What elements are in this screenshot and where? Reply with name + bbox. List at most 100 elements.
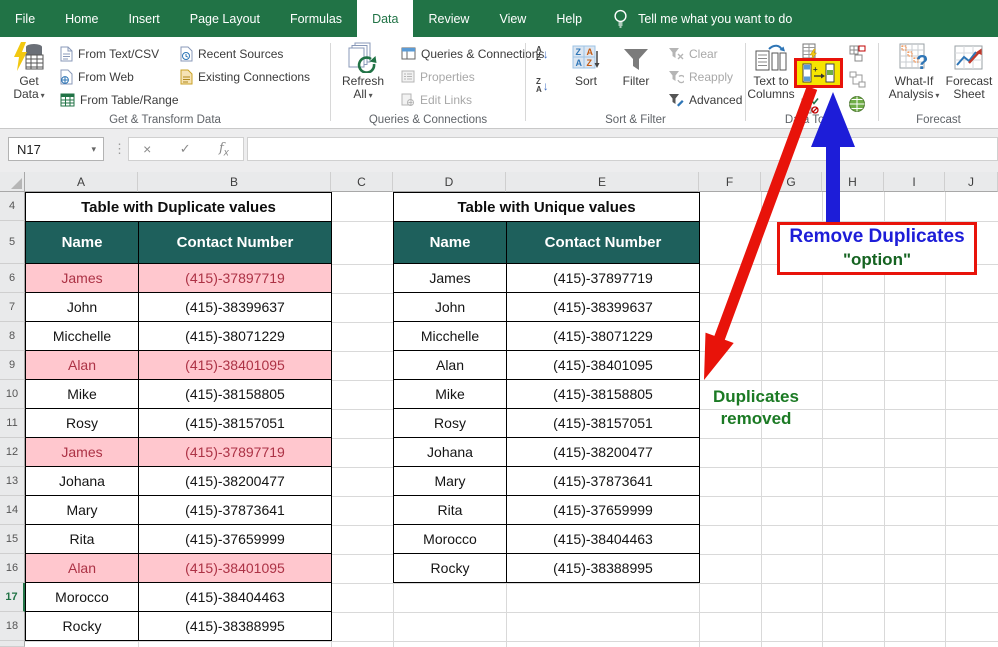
- consolidate-button[interactable]: [848, 44, 866, 62]
- table-row[interactable]: Johana (415)-38200477: [26, 467, 332, 496]
- cell-contact-number[interactable]: (415)-37873641: [139, 496, 332, 525]
- table-row[interactable]: Alan (415)-38401095: [26, 554, 332, 583]
- table-row[interactable]: Mike (415)-38158805: [26, 380, 332, 409]
- cell-name[interactable]: Alan: [26, 351, 139, 380]
- cell-name[interactable]: James: [394, 264, 507, 293]
- cell-name[interactable]: Alan: [394, 351, 507, 380]
- cell-name[interactable]: Johana: [394, 438, 507, 467]
- cell-name[interactable]: Rosy: [394, 409, 507, 438]
- cell-contact-number[interactable]: (415)-38399637: [139, 293, 332, 322]
- table-row[interactable]: Johana (415)-38200477: [394, 438, 700, 467]
- column-header-A[interactable]: A: [25, 172, 138, 192]
- table-row[interactable]: Rosy (415)-38157051: [394, 409, 700, 438]
- cell-contact-number[interactable]: (415)-38388995: [139, 612, 332, 641]
- queries-connections-button[interactable]: Queries & Connections: [401, 43, 544, 64]
- tab-help[interactable]: Help: [541, 0, 597, 37]
- cell-contact-number[interactable]: (415)-38157051: [139, 409, 332, 438]
- tab-formulas[interactable]: Formulas: [275, 0, 357, 37]
- row-header-8[interactable]: 8: [0, 322, 25, 351]
- row-header-11[interactable]: 11: [0, 409, 25, 438]
- row-header-14[interactable]: 14: [0, 496, 25, 525]
- table-row[interactable]: Morocco (415)-38404463: [26, 583, 332, 612]
- cell-name[interactable]: Rita: [394, 496, 507, 525]
- formula-input[interactable]: [247, 137, 998, 161]
- insert-function-icon[interactable]: fx: [219, 140, 229, 159]
- table-row[interactable]: Alan (415)-38401095: [26, 351, 332, 380]
- cell-contact-number[interactable]: (415)-38071229: [507, 322, 700, 351]
- table-row[interactable]: Morocco (415)-38404463: [394, 525, 700, 554]
- cell-name[interactable]: Morocco: [394, 525, 507, 554]
- recent-sources-button[interactable]: Recent Sources: [180, 43, 283, 64]
- row-header-15[interactable]: 15: [0, 525, 25, 554]
- cell-name[interactable]: James: [26, 264, 139, 293]
- tab-review[interactable]: Review: [413, 0, 484, 37]
- cell-name[interactable]: Alan: [26, 554, 139, 583]
- refresh-all-button[interactable]: Refresh All▾: [337, 41, 389, 102]
- select-all-corner[interactable]: [0, 172, 25, 192]
- cell-contact-number[interactable]: (415)-38401095: [139, 554, 332, 583]
- what-if-analysis-button[interactable]: ? What-If Analysis▾: [885, 41, 943, 102]
- table-row[interactable]: Rita (415)-37659999: [394, 496, 700, 525]
- table-row[interactable]: Mary (415)-37873641: [394, 467, 700, 496]
- cell-contact-number[interactable]: (415)-37897719: [139, 438, 332, 467]
- column-header-C[interactable]: C: [331, 172, 393, 192]
- cell-contact-number[interactable]: (415)-37873641: [507, 467, 700, 496]
- table-row[interactable]: John (415)-38399637: [26, 293, 332, 322]
- cell-name[interactable]: John: [394, 293, 507, 322]
- table-row[interactable]: Micchelle (415)-38071229: [394, 322, 700, 351]
- relationships-button[interactable]: [848, 70, 866, 88]
- cell-name[interactable]: Rosy: [26, 409, 139, 438]
- from-table-range-button[interactable]: From Table/Range: [60, 89, 179, 110]
- tell-me-box[interactable]: Tell me what you want to do: [613, 0, 792, 37]
- name-box[interactable]: N17 ▾: [8, 137, 104, 161]
- row-header-16[interactable]: 16: [0, 554, 25, 583]
- table-row[interactable]: Mary (415)-37873641: [26, 496, 332, 525]
- table-row[interactable]: Rosy (415)-38157051: [26, 409, 332, 438]
- table-row[interactable]: Rocky (415)-38388995: [394, 554, 700, 583]
- cell-contact-number[interactable]: (415)-38158805: [139, 380, 332, 409]
- cell-name[interactable]: Mike: [26, 380, 139, 409]
- table-row[interactable]: Alan (415)-38401095: [394, 351, 700, 380]
- cell-name[interactable]: Micchelle: [26, 322, 139, 351]
- cell-contact-number[interactable]: (415)-38404463: [507, 525, 700, 554]
- cell-name[interactable]: Mary: [394, 467, 507, 496]
- table-row[interactable]: Micchelle (415)-38071229: [26, 322, 332, 351]
- cell-contact-number[interactable]: (415)-38401095: [139, 351, 332, 380]
- sort-button[interactable]: Z A A Z Sort: [564, 41, 608, 88]
- sort-ascending-button[interactable]: AZ↓: [536, 46, 549, 62]
- cell-name[interactable]: Morocco: [26, 583, 139, 612]
- cell-name[interactable]: Rocky: [26, 612, 139, 641]
- from-text-csv-button[interactable]: From Text/CSV: [60, 43, 159, 64]
- column-header-G[interactable]: G: [761, 172, 822, 192]
- cell-contact-number[interactable]: (415)-38200477: [139, 467, 332, 496]
- row-header-18[interactable]: 18: [0, 612, 25, 641]
- table-row[interactable]: James (415)-37897719: [26, 264, 332, 293]
- cancel-icon[interactable]: ×: [143, 141, 151, 157]
- column-header-E[interactable]: E: [506, 172, 699, 192]
- row-header-5[interactable]: 5: [0, 221, 25, 264]
- cell-name[interactable]: Rita: [26, 525, 139, 554]
- cell-contact-number[interactable]: (415)-38399637: [507, 293, 700, 322]
- cell-contact-number[interactable]: (415)-37659999: [507, 496, 700, 525]
- row-header-12[interactable]: 12: [0, 438, 25, 467]
- table-row[interactable]: James (415)-37897719: [394, 264, 700, 293]
- forecast-sheet-button[interactable]: Forecast Sheet: [943, 41, 995, 101]
- formula-bar-grip[interactable]: ⋮: [113, 141, 126, 157]
- get-data-button[interactable]: Get Data▾: [6, 41, 52, 102]
- cell-contact-number[interactable]: (415)-38404463: [139, 583, 332, 612]
- cell-name[interactable]: Johana: [26, 467, 139, 496]
- tab-insert[interactable]: Insert: [114, 0, 175, 37]
- cell-contact-number[interactable]: (415)-38401095: [507, 351, 700, 380]
- row-header-6[interactable]: 6: [0, 264, 25, 293]
- cell-name[interactable]: Mary: [26, 496, 139, 525]
- tab-data[interactable]: Data: [357, 0, 413, 37]
- enter-check-icon[interactable]: ✓: [180, 141, 191, 157]
- cell-contact-number[interactable]: (415)-38158805: [507, 380, 700, 409]
- column-header-H[interactable]: H: [822, 172, 884, 192]
- from-web-button[interactable]: From Web: [60, 66, 134, 87]
- row-header-7[interactable]: 7: [0, 293, 25, 322]
- cell-contact-number[interactable]: (415)-38157051: [507, 409, 700, 438]
- table-row[interactable]: John (415)-38399637: [394, 293, 700, 322]
- row-header-4[interactable]: 4: [0, 192, 25, 221]
- name-box-dropdown-icon[interactable]: ▾: [84, 144, 103, 155]
